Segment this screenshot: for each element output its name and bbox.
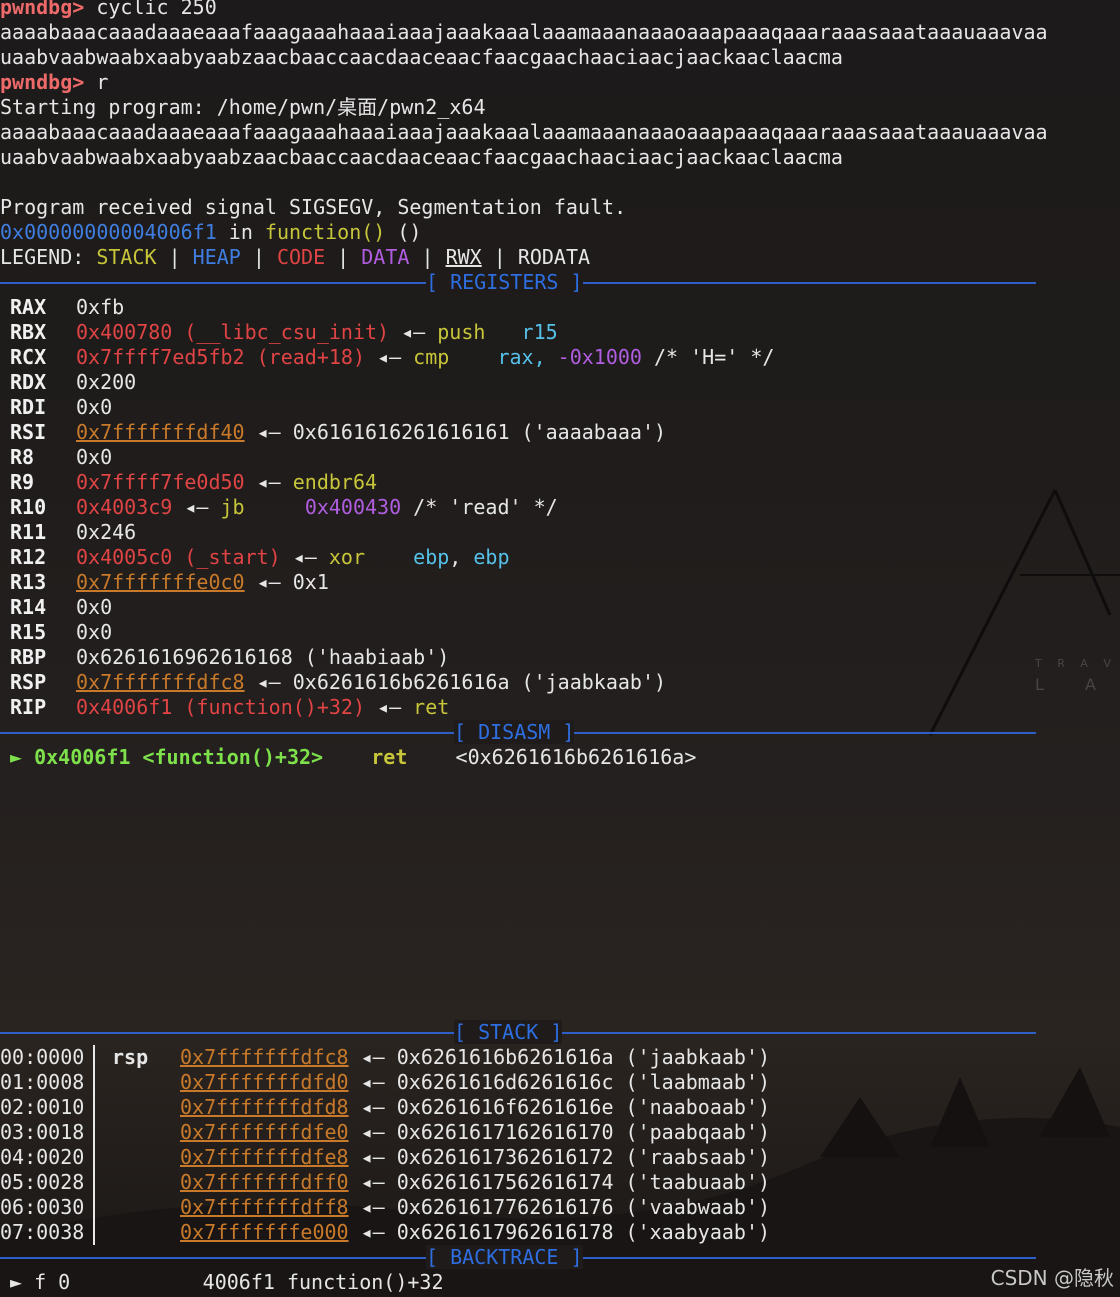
backtrace-marker: ► — [10, 1270, 35, 1294]
cyclic-output-1: aaaabaaacaaadaaaeaaafaaagaaahaaaiaaajaaa… — [0, 20, 1048, 44]
legend-rwx: RWX — [445, 245, 482, 269]
legend-rodata: RODATA — [517, 245, 591, 269]
stack-row: 06:0030 0x7fffffffdff8 ◂— 0x6261617762616… — [0, 1195, 771, 1219]
register-rsp: RSP 0x7fffffffdfc8 ◂— 0x6261616b6261616a … — [10, 670, 667, 694]
command-text: cyclic 250 — [84, 0, 217, 19]
prompt: pwndbg> — [0, 70, 85, 94]
register-r13: R13 0x7fffffffe0c0 ◂— 0x1 — [10, 570, 329, 594]
stack-row: 00:0000 rsp 0x7fffffffdfc8 ◂— 0x6261616b62… — [0, 1045, 771, 1069]
register-r8: R8 0x0 — [10, 445, 113, 469]
stack-row: 04:0020 0x7fffffffdfe8 ◂— 0x6261617362616… — [0, 1145, 771, 1169]
fault-location: 0x00000000004006f1 in function() () — [0, 220, 421, 245]
register-rip: RIP 0x4006f1 (function()+32) ◂— ret — [10, 695, 450, 719]
signal-message: Program received signal SIGSEGV, Segment… — [0, 195, 627, 219]
legend-heap: HEAP — [192, 245, 241, 269]
stack-row: 03:0018 0x7fffffffdfe0 ◂— 0x6261617162616… — [0, 1120, 771, 1144]
starting-program: Starting program: /home/pwn/桌面/pwn2_x64 — [0, 95, 486, 119]
program-input-1: aaaabaaacaaadaaaeaaafaaagaaahaaaiaaajaaa… — [0, 120, 1048, 144]
disasm-separator: [ DISASM ] — [0, 720, 1036, 745]
register-rax: RAX 0xfb — [10, 295, 125, 319]
stack-row: 01:0008 0x7fffffffdfd0 ◂— 0x6261616d62616… — [0, 1070, 771, 1094]
register-r15: R15 0x0 — [10, 620, 113, 644]
legend-sep: | — [481, 245, 518, 269]
registers-separator: [ REGISTERS ] — [0, 270, 1036, 295]
command-line-cyclic: pwndbg> cyclic 250 — [0, 0, 217, 20]
legend-sep: | — [325, 245, 362, 269]
cyclic-output-2: uaabvaabwaabxaabyaabzaacbaaccaacdaaceaac… — [0, 45, 843, 69]
fault-address: 0x00000000004006f1 — [0, 220, 217, 244]
background-logo: T R A V L A S — [928, 489, 1120, 736]
backtrace-header: [ BACKTRACE ] — [426, 1245, 583, 1269]
current-marker: ► — [10, 745, 35, 769]
legend-code: CODE — [276, 245, 326, 269]
legend-sep: | — [409, 245, 446, 269]
disasm-address: 0x4006f1 — [34, 745, 131, 769]
command-text: r — [84, 70, 109, 94]
disasm-op: ret — [371, 745, 408, 769]
register-rcx: RCX 0x7ffff7ed5fb2 (read+18) ◂— cmp rax, … — [10, 345, 775, 369]
register-rsi: RSI 0x7fffffffdf40 ◂— 0x6161616261616161 … — [10, 420, 667, 444]
stack-row: 05:0028 0x7fffffffdff0 ◂— 0x6261617562616… — [0, 1170, 771, 1194]
backtrace-address: 4006f1 — [202, 1270, 275, 1294]
legend-sep: | — [240, 245, 277, 269]
disasm-symbol: <function()+32> — [130, 745, 324, 769]
stack-row: 07:0038 0x7fffffffe000 ◂— 0x6261617962616… — [0, 1220, 771, 1244]
register-r10: R10 0x4003c9 ◂— jb 0x400430 /* 'read' */ — [10, 495, 558, 519]
register-rdi: RDI 0x0 — [10, 395, 113, 419]
registers-header: [ REGISTERS ] — [426, 270, 583, 294]
register-r9: R9 0x7ffff7fe0d50 ◂— endbr64 — [10, 470, 378, 494]
register-rbx: RBX 0x400780 (__libc_csu_init) ◂— push r1… — [10, 320, 558, 344]
backtrace-frame: ► f 0 4006f1 function()+32 — [0, 1270, 444, 1295]
fault-parens: () — [385, 220, 422, 244]
svg-text:T R A V: T R A V — [1034, 657, 1117, 670]
prompt: pwndbg> — [0, 0, 85, 19]
legend-stack: STACK — [96, 245, 157, 269]
backtrace-frame-id: f 0 — [34, 1270, 71, 1294]
stack-separator: [ STACK ] — [0, 1020, 1036, 1045]
register-r11: R11 0x246 — [10, 520, 137, 544]
register-rdx: RDX 0x200 — [10, 370, 137, 394]
disasm-current-instruction: ► 0x4006f1 <function()+32> ret <0x626161… — [0, 745, 696, 770]
register-r14: R14 0x0 — [10, 595, 113, 619]
fault-function: function() — [264, 220, 386, 244]
stack-row: 02:0010 0x7fffffffdfd8 ◂— 0x6261616f62616… — [0, 1095, 771, 1119]
legend-data: DATA — [361, 245, 410, 269]
legend-prefix: LEGEND: — [0, 245, 97, 269]
legend: LEGEND: STACK | HEAP | CODE | DATA | RWX… — [0, 245, 590, 270]
backtrace-symbol: function()+32 — [286, 1270, 444, 1294]
command-line-run: pwndbg> r — [0, 70, 108, 95]
disasm-header: [ DISASM ] — [454, 720, 575, 744]
backtrace-separator: [ BACKTRACE ] — [0, 1245, 1036, 1270]
fault-in-text: in — [216, 220, 265, 244]
register-rbp: RBP 0x6261616962616168 ('haabiaab') — [10, 645, 450, 669]
register-r12: R12 0x4005c0 (_start) ◂— xor ebp, ebp — [10, 545, 510, 569]
legend-sep: | — [156, 245, 193, 269]
svg-text:L A S: L A S — [1035, 675, 1120, 694]
disasm-target: <0x6261616b6261616a> — [455, 745, 697, 769]
watermark: CSDN @隐秋 — [990, 1266, 1114, 1290]
program-input-2: uaabvaabwaabxaabyaabzaacbaaccaacdaaceaac… — [0, 145, 843, 169]
stack-header: [ STACK ] — [454, 1020, 563, 1044]
